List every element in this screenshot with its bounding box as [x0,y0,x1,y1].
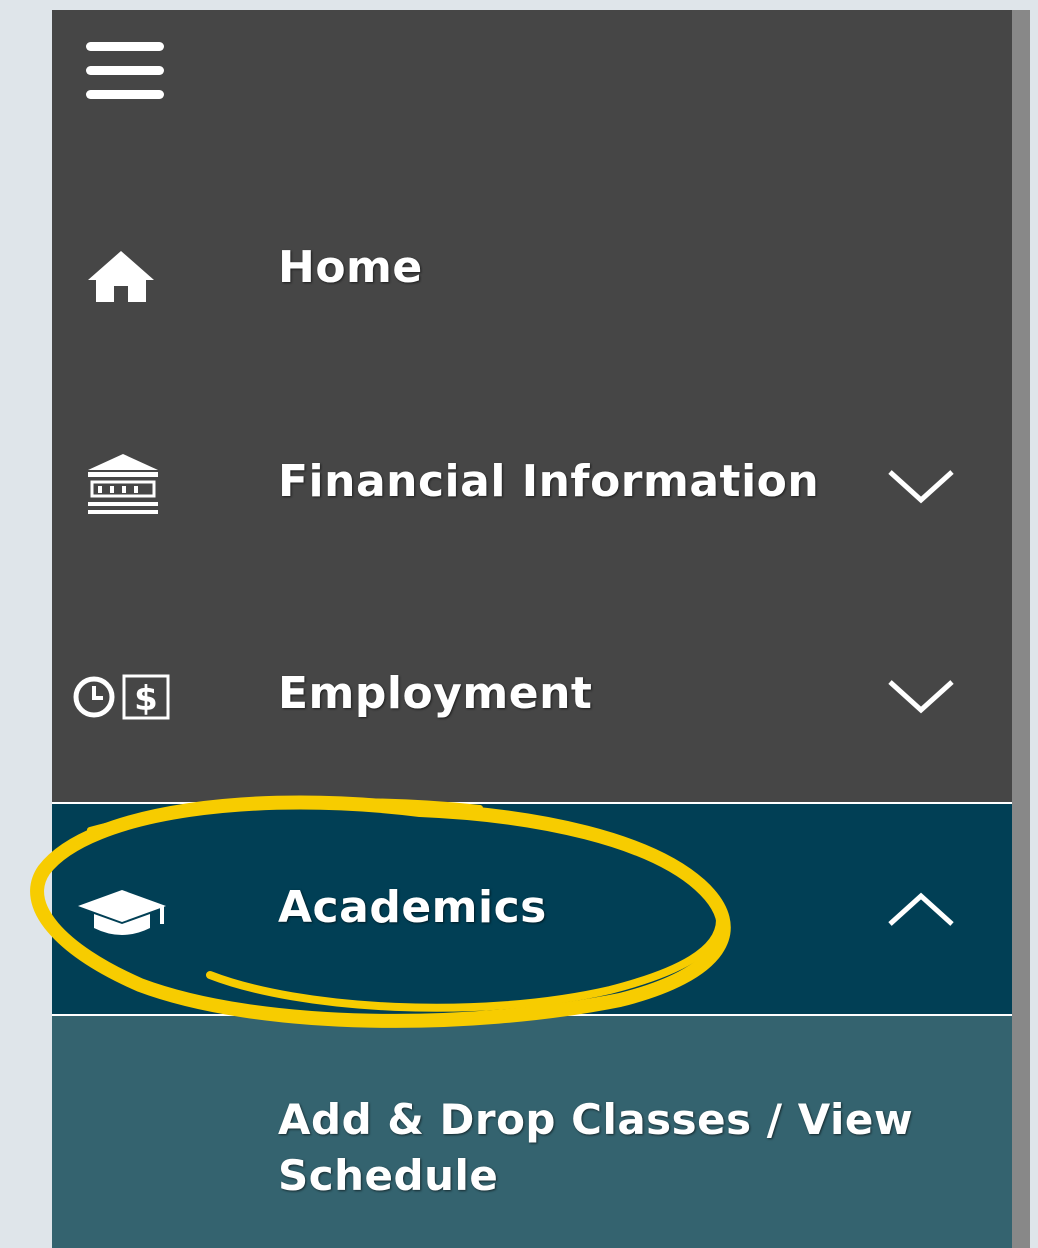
hamburger-bar [86,66,164,75]
sidebar-item-home[interactable]: Home [52,220,1012,330]
home-icon [88,251,154,302]
clock-dollar-icon: $ [73,674,170,720]
chevron-up-icon[interactable] [886,890,956,930]
chevron-down-icon[interactable] [886,676,956,716]
sidebar-item-financial-information[interactable]: Financial Information [52,430,1012,540]
sidebar-item-label: Home [278,242,423,293]
submenu-item-add-drop-classes[interactable]: Add & Drop Classes / View Schedule [52,1016,1012,1248]
chevron-down-icon[interactable] [886,466,956,506]
hamburger-bar [86,42,164,51]
bank-icon [88,454,158,514]
sidebar-item-employment[interactable]: $ Employment [52,642,1012,752]
menu-toggle-button[interactable] [86,42,164,102]
sidebar-item-label: Financial Information [278,456,820,507]
sidebar-item-label: Academics [278,882,547,933]
sidebar-item-label: Employment [278,668,593,719]
scrollbar[interactable] [1012,10,1030,1248]
hamburger-bar [86,90,164,99]
graduation-cap-icon [78,890,166,935]
sidebar-item-academics[interactable]: Academics [52,802,1012,1016]
submenu-item-label: Add & Drop Classes / View Schedule [278,1095,914,1200]
svg-text:$: $ [134,679,158,719]
